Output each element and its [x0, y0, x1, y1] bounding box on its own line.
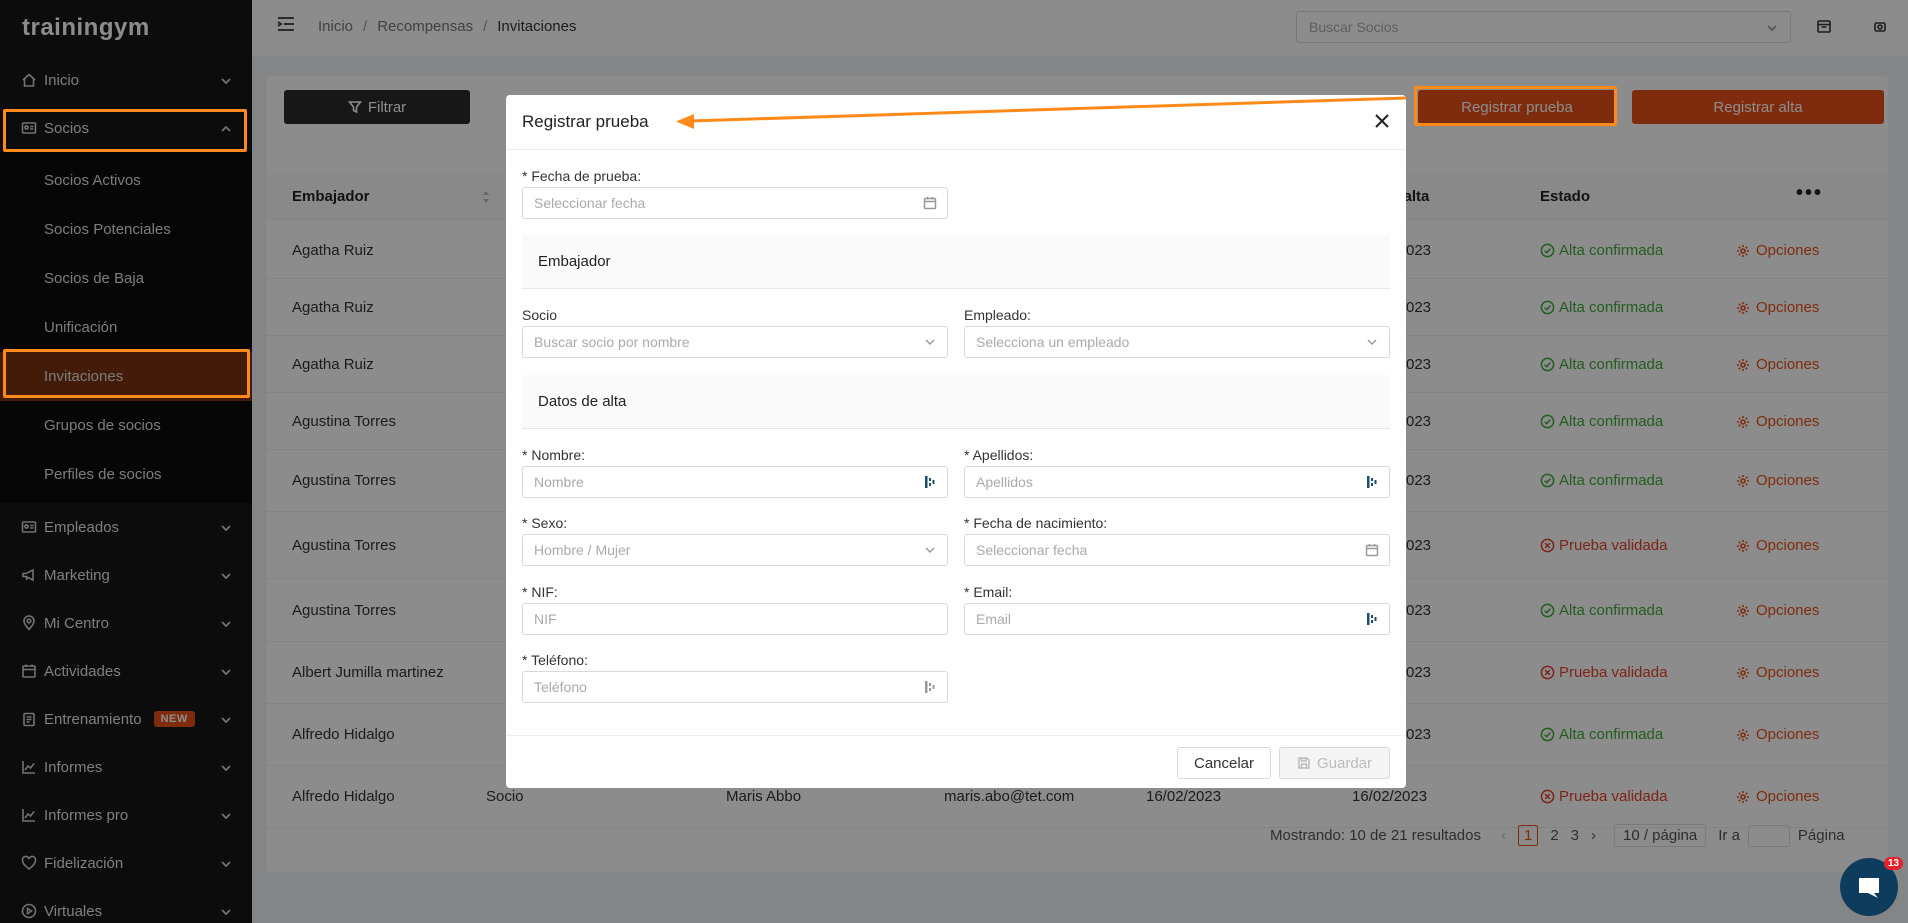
annotation-arrow — [676, 96, 1407, 129]
chat-notification-badge: 13 — [1884, 857, 1904, 870]
chat-bubble-icon — [1859, 878, 1879, 898]
